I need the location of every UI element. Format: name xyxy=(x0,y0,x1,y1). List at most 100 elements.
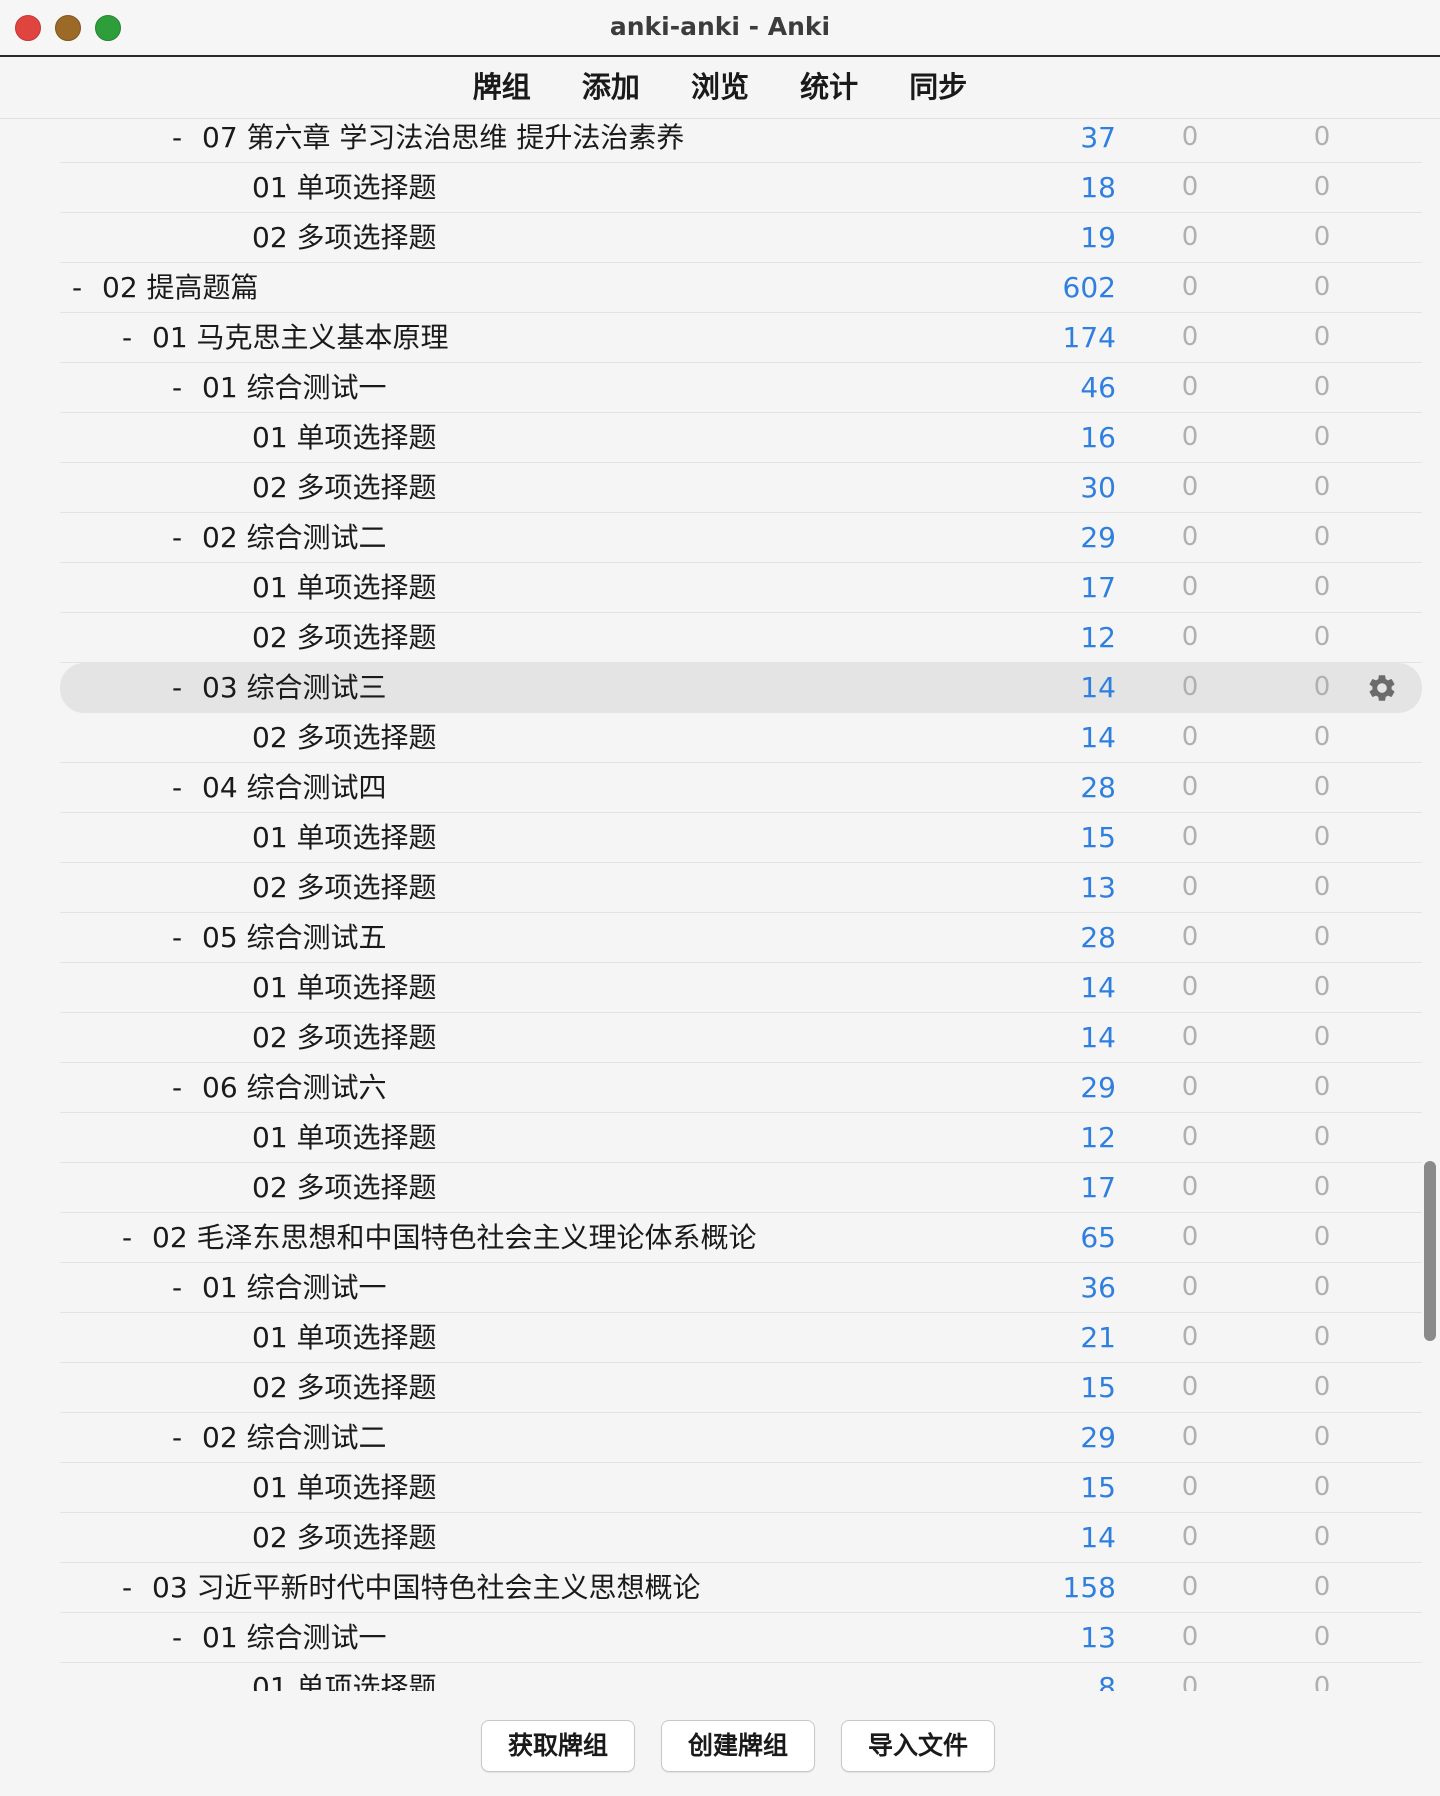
deck-name-link[interactable]: 01 单项选择题 xyxy=(252,413,437,462)
deck-name-link[interactable]: 06 综合测试六 xyxy=(202,1063,387,1112)
deck-row[interactable]: 01 单项选择题 14 0 0 xyxy=(60,963,1422,1013)
deck-name-link[interactable]: 02 多项选择题 xyxy=(252,1163,437,1212)
deck-name-link[interactable]: 01 单项选择题 xyxy=(252,1663,437,1691)
deck-name-link[interactable]: 03 习近平新时代中国特色社会主义思想概论 xyxy=(152,1563,701,1612)
deck-name-link[interactable]: 02 多项选择题 xyxy=(252,1513,437,1562)
learn-count: 0 xyxy=(1313,1022,1331,1052)
deck-row[interactable]: 01 单项选择题 12 0 0 xyxy=(60,1113,1422,1163)
deck-name-link[interactable]: 02 多项选择题 xyxy=(252,863,437,912)
deck-name-link[interactable]: 01 综合测试一 xyxy=(202,1613,387,1662)
deck-row[interactable]: -01 综合测试一 36 0 0 xyxy=(60,1263,1422,1313)
toolbar-browse-link[interactable]: 浏览 xyxy=(691,57,749,117)
deck-name-link[interactable]: 03 综合测试三 xyxy=(202,663,387,712)
deck-row[interactable]: -02 毛泽东思想和中国特色社会主义理论体系概论 65 0 0 xyxy=(60,1213,1422,1263)
learn-count: 0 xyxy=(1313,522,1331,552)
collapse-toggle[interactable]: - xyxy=(72,263,102,312)
collapse-toggle[interactable]: - xyxy=(122,1563,152,1612)
deck-row[interactable]: 02 多项选择题 14 0 0 xyxy=(60,1513,1422,1563)
deck-name-link[interactable]: 04 综合测试四 xyxy=(202,763,387,812)
deck-row[interactable]: 02 多项选择题 13 0 0 xyxy=(60,863,1422,913)
deck-name-link[interactable]: 05 综合测试五 xyxy=(202,913,387,962)
import-file-button[interactable]: 导入文件 xyxy=(841,1720,995,1772)
deck-name-link[interactable]: 02 多项选择题 xyxy=(252,213,437,262)
new-count: 0 xyxy=(1181,1672,1199,1691)
deck-row[interactable]: 02 多项选择题 17 0 0 xyxy=(60,1163,1422,1213)
title-bar: anki-anki - Anki xyxy=(0,0,1440,57)
deck-row[interactable]: 01 单项选择题 15 0 0 xyxy=(60,813,1422,863)
deck-label: 01 单项选择题 xyxy=(222,413,437,462)
toolbar-sync-link[interactable]: 同步 xyxy=(909,57,967,117)
deck-row[interactable]: -04 综合测试四 28 0 0 xyxy=(60,763,1422,813)
deck-name-link[interactable]: 02 综合测试二 xyxy=(202,513,387,562)
deck-name-link[interactable]: 01 单项选择题 xyxy=(252,163,437,212)
deck-row[interactable]: 01 单项选择题 21 0 0 xyxy=(60,1313,1422,1363)
deck-row[interactable]: 02 多项选择题 14 0 0 xyxy=(60,713,1422,763)
deck-row[interactable]: -02 提高题篇 602 0 0 xyxy=(60,263,1422,313)
deck-name-link[interactable]: 01 单项选择题 xyxy=(252,963,437,1012)
deck-name-link[interactable]: 02 多项选择题 xyxy=(252,463,437,512)
deck-row[interactable]: -01 马克思主义基本原理 174 0 0 xyxy=(60,313,1422,363)
deck-name-link[interactable]: 01 单项选择题 xyxy=(252,563,437,612)
due-count: 30 xyxy=(1080,471,1116,504)
deck-row[interactable]: 02 多项选择题 30 0 0 xyxy=(60,463,1422,513)
deck-name-link[interactable]: 02 提高题篇 xyxy=(102,263,259,312)
deck-name-link[interactable]: 07 第六章 学习法治思维 提升法治素养 xyxy=(202,119,684,162)
deck-name-link[interactable]: 02 综合测试二 xyxy=(202,1413,387,1462)
toolbar-stats-link[interactable]: 统计 xyxy=(800,57,858,117)
deck-row[interactable]: 01 单项选择题 15 0 0 xyxy=(60,1463,1422,1513)
collapse-toggle[interactable]: - xyxy=(172,513,202,562)
deck-name-link[interactable]: 02 多项选择题 xyxy=(252,713,437,762)
deck-name-link[interactable]: 01 单项选择题 xyxy=(252,813,437,862)
deck-row[interactable]: 01 单项选择题 16 0 0 xyxy=(60,413,1422,463)
deck-row[interactable]: -07 第六章 学习法治思维 提升法治素养 37 0 0 xyxy=(60,119,1422,163)
collapse-toggle[interactable]: - xyxy=(172,1263,202,1312)
due-count: 14 xyxy=(1080,671,1116,704)
deck-name-link[interactable]: 01 综合测试一 xyxy=(202,1263,387,1312)
deck-row[interactable]: -02 综合测试二 29 0 0 xyxy=(60,513,1422,563)
deck-name-link[interactable]: 01 单项选择题 xyxy=(252,1313,437,1362)
deck-row[interactable]: -01 综合测试一 13 0 0 xyxy=(60,1613,1422,1663)
deck-list-scrollbar[interactable] xyxy=(1424,1161,1436,1341)
deck-row[interactable]: 02 多项选择题 15 0 0 xyxy=(60,1363,1422,1413)
collapse-toggle[interactable]: - xyxy=(122,1213,152,1262)
deck-row[interactable]: -03 习近平新时代中国特色社会主义思想概论 158 0 0 xyxy=(60,1563,1422,1613)
due-count: 8 xyxy=(1098,1671,1116,1691)
deck-row[interactable]: -02 综合测试二 29 0 0 xyxy=(60,1413,1422,1463)
deck-name-link[interactable]: 02 多项选择题 xyxy=(252,1013,437,1062)
collapse-toggle[interactable]: - xyxy=(172,363,202,412)
deck-name-link[interactable]: 02 多项选择题 xyxy=(252,613,437,662)
deck-name-link[interactable]: 01 单项选择题 xyxy=(252,1463,437,1512)
toolbar-decks-link[interactable]: 牌组 xyxy=(473,57,531,117)
deck-row[interactable]: -05 综合测试五 28 0 0 xyxy=(60,913,1422,963)
deck-row[interactable]: 01 单项选择题 17 0 0 xyxy=(60,563,1422,613)
collapse-toggle[interactable]: - xyxy=(172,1613,202,1662)
collapse-toggle[interactable]: - xyxy=(172,1063,202,1112)
deck-name-link[interactable]: 02 毛泽东思想和中国特色社会主义理论体系概论 xyxy=(152,1213,757,1262)
deck-row[interactable]: 02 多项选择题 14 0 0 xyxy=(60,1013,1422,1063)
collapse-toggle[interactable]: - xyxy=(172,763,202,812)
deck-row[interactable]: 01 单项选择题 18 0 0 xyxy=(60,163,1422,213)
deck-label: -01 马克思主义基本原理 xyxy=(122,313,449,362)
gear-icon[interactable] xyxy=(1366,672,1398,704)
deck-row[interactable]: -01 综合测试一 46 0 0 xyxy=(60,363,1422,413)
deck-row[interactable]: 01 单项选择题 8 0 0 xyxy=(60,1663,1422,1691)
toolbar-add-link[interactable]: 添加 xyxy=(582,57,640,117)
create-deck-button[interactable]: 创建牌组 xyxy=(661,1720,815,1772)
new-count: 0 xyxy=(1181,972,1199,1002)
deck-row[interactable]: -03 综合测试三 14 0 0 xyxy=(60,663,1422,713)
collapse-toggle[interactable]: - xyxy=(172,913,202,962)
collapse-toggle[interactable]: - xyxy=(172,119,202,162)
deck-name-link[interactable]: 01 单项选择题 xyxy=(252,1113,437,1162)
collapse-toggle[interactable]: - xyxy=(122,313,152,362)
deck-browser: -07 第六章 学习法治思维 提升法治素养 37 0 0 01 单项选择题 18 0 0 02 … xyxy=(0,119,1440,1691)
get-shared-decks-button[interactable]: 获取牌组 xyxy=(481,1720,635,1772)
collapse-toggle[interactable]: - xyxy=(172,663,202,712)
deck-name-link[interactable]: 02 多项选择题 xyxy=(252,1363,437,1412)
deck-row[interactable]: 02 多项选择题 19 0 0 xyxy=(60,213,1422,263)
deck-row[interactable]: -06 综合测试六 29 0 0 xyxy=(60,1063,1422,1113)
due-count: 12 xyxy=(1080,621,1116,654)
deck-row[interactable]: 02 多项选择题 12 0 0 xyxy=(60,613,1422,663)
deck-name-link[interactable]: 01 综合测试一 xyxy=(202,363,387,412)
collapse-toggle[interactable]: - xyxy=(172,1413,202,1462)
deck-name-link[interactable]: 01 马克思主义基本原理 xyxy=(152,313,449,362)
